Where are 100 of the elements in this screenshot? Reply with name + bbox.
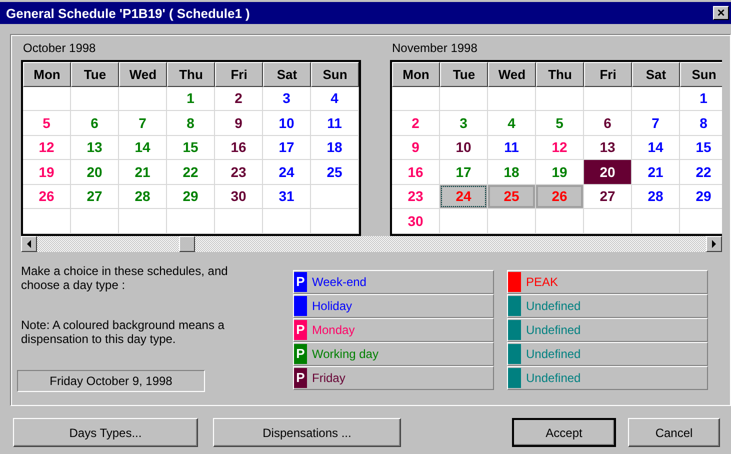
calendar-day[interactable]: 18 [311, 136, 358, 159]
calendar-day[interactable]: 2 [215, 86, 262, 110]
calendar-day[interactable]: 10 [440, 136, 487, 159]
day-type-button[interactable]: Undefined [507, 366, 708, 390]
calendar-day[interactable]: 5 [23, 111, 70, 134]
scroll-left-button[interactable] [21, 236, 37, 252]
weekday-header: Thu [536, 62, 584, 86]
weekday-header: Wed [119, 62, 167, 86]
calendar-day[interactable]: 12 [536, 136, 583, 159]
calendar-day[interactable]: 19 [23, 160, 70, 184]
calendar-day[interactable]: 11 [311, 111, 358, 134]
close-button[interactable]: × [713, 6, 729, 20]
calendar-day[interactable]: 6 [584, 111, 631, 134]
calendar-day[interactable]: 17 [263, 136, 310, 159]
calendar-day[interactable]: 28 [632, 184, 679, 208]
calendar-day[interactable]: 29 [680, 184, 722, 208]
calendar-day[interactable]: 17 [440, 160, 487, 184]
calendar-day[interactable]: 7 [119, 111, 166, 134]
instruction-text: Make a choice in these schedules, and choose a day type : [21, 264, 229, 292]
window-title: General Schedule 'P1B19' ( Schedule1 ) [6, 6, 250, 20]
calendar-day[interactable]: 12 [23, 136, 70, 159]
calendar-day[interactable]: 4 [311, 86, 358, 110]
calendar-day[interactable]: 22 [167, 160, 214, 184]
calendar-day[interactable]: 3 [263, 86, 310, 110]
weekday-header: Wed [488, 62, 536, 86]
scroll-thumb[interactable] [179, 236, 195, 252]
right-arrow-icon [711, 240, 717, 248]
calendar-day[interactable]: 23 [215, 160, 262, 184]
calendar-day[interactable]: 14 [632, 136, 679, 159]
calendar-day[interactable]: 6 [71, 111, 118, 134]
left-arrow-icon [26, 240, 32, 248]
day-type-button[interactable]: P Working day [293, 342, 494, 366]
weekday-header: Mon [23, 62, 71, 86]
calendar-day[interactable]: 9 [215, 111, 262, 134]
calendar-day[interactable]: 28 [119, 184, 166, 208]
calendar-day[interactable]: 27 [71, 184, 118, 208]
calendar-day[interactable]: 11 [488, 136, 535, 159]
day-type-button[interactable]: Holiday [293, 294, 494, 318]
color-swatch: P [294, 320, 307, 340]
day-type-button[interactable]: P Monday [293, 318, 494, 342]
calendar-day[interactable]: 27 [584, 184, 631, 208]
dialog-button[interactable]: Accept [512, 418, 616, 447]
calendar-day[interactable]: 1 [167, 86, 214, 110]
month-title: November 1998 [392, 41, 478, 55]
calendar-day[interactable]: 22 [680, 160, 722, 184]
calendar-day[interactable]: 19 [536, 160, 583, 184]
calendar-day[interactable]: 7 [632, 111, 679, 134]
calendar-day[interactable]: 9 [392, 136, 439, 159]
weekday-header: Sun [311, 62, 359, 86]
day-type-button[interactable]: Undefined [507, 318, 708, 342]
dialog-button[interactable]: Days Types... [13, 418, 198, 447]
calendar-day[interactable]: 13 [71, 136, 118, 159]
weekday-header: Sat [632, 62, 680, 86]
calendar-day[interactable]: 3 [440, 111, 487, 134]
calendar-day[interactable]: 30 [392, 209, 439, 232]
calendar-day[interactable]: 25 [311, 160, 358, 184]
calendar-day[interactable]: 8 [680, 111, 722, 134]
color-swatch: P [294, 344, 307, 364]
calendar-day[interactable]: 15 [680, 136, 722, 159]
calendar-day[interactable]: 18 [488, 160, 535, 184]
calendar-day[interactable]: 31 [263, 184, 310, 208]
calendar-day[interactable]: 24 [263, 160, 310, 184]
weekday-header: Sat [263, 62, 311, 86]
calendar-day[interactable]: 1 [680, 86, 722, 110]
calendar-day[interactable]: 10 [263, 111, 310, 134]
dialog-button[interactable]: Dispensations ... [213, 418, 401, 447]
calendar-day[interactable]: 13 [584, 136, 631, 159]
scroll-right-button[interactable] [706, 236, 722, 252]
note-text: Note: A coloured background means a dispensation to this day type. [21, 318, 226, 346]
calendar-day[interactable]: 15 [167, 136, 214, 159]
color-swatch: P [294, 272, 307, 292]
date-display: Friday October 9, 1998 [17, 370, 205, 392]
weekday-header: Fri [584, 62, 632, 86]
calendar-day[interactable]: 8 [167, 111, 214, 134]
weekday-header: Thu [167, 62, 215, 86]
day-type-button[interactable]: Undefined [507, 342, 708, 366]
calendar-day[interactable]: 16 [215, 136, 262, 159]
calendar-day[interactable]: 14 [119, 136, 166, 159]
calendar-day[interactable]: 21 [632, 160, 679, 184]
color-swatch: P [294, 368, 307, 388]
calendar-day[interactable]: 29 [167, 184, 214, 208]
month-title: October 1998 [23, 41, 97, 55]
calendar-day[interactable]: 30 [215, 184, 262, 208]
calendar-day[interactable]: 20 [71, 160, 118, 184]
calendar-day[interactable]: 26 [23, 184, 70, 208]
dialog-button[interactable]: Cancel [628, 418, 720, 447]
calendar-day[interactable]: 20 [584, 160, 631, 184]
day-type-button[interactable]: P Week-end [293, 270, 494, 294]
calendar-day[interactable]: 4 [488, 111, 535, 134]
weekday-header: Sun [680, 62, 722, 86]
calendar-day[interactable]: 2 [392, 111, 439, 134]
day-type-button[interactable]: Undefined [507, 294, 708, 318]
day-type-button[interactable]: P Friday [293, 366, 494, 390]
horizontal-scrollbar[interactable] [21, 236, 722, 252]
weekday-header: Tue [71, 62, 119, 86]
calendar-day[interactable]: 5 [536, 111, 583, 134]
calendar-day[interactable]: 16 [392, 160, 439, 184]
calendar-day[interactable]: 21 [119, 160, 166, 184]
weekday-header: Tue [440, 62, 488, 86]
calendar-day[interactable]: 23 [392, 184, 439, 208]
